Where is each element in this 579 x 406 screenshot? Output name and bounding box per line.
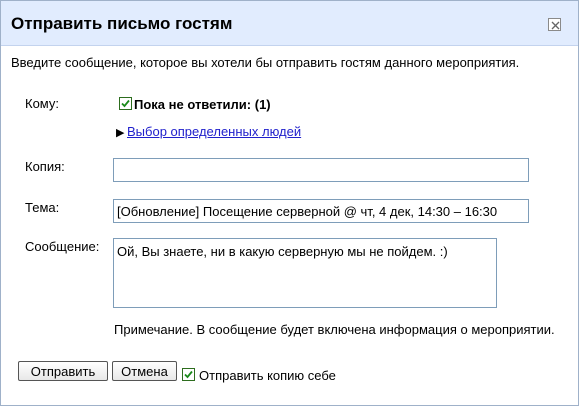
dialog-titlebar: Отправить письмо гостям: [1, 1, 578, 46]
select-people-link[interactable]: Выбор определенных людей: [127, 124, 301, 139]
note-text: Примечание. В сообщение будет включена и…: [114, 322, 555, 337]
cc-label: Копия:: [25, 159, 65, 174]
cancel-button[interactable]: Отмена: [112, 361, 177, 381]
recipient-label: Пока не ответили: (1): [134, 97, 271, 112]
close-icon: [551, 21, 560, 30]
recipient-checkbox[interactable]: [119, 97, 132, 110]
close-button[interactable]: [548, 18, 561, 31]
send-copy-label: Отправить копию себе: [199, 368, 336, 383]
message-label: Сообщение:: [25, 239, 100, 254]
checkmark-icon: [121, 99, 130, 108]
message-textarea[interactable]: Ой, Вы знаете, ни в какую серверную мы н…: [113, 238, 497, 308]
intro-text: Введите сообщение, которое вы хотели бы …: [11, 55, 520, 70]
subject-input[interactable]: [113, 199, 529, 223]
cc-input[interactable]: [113, 158, 529, 182]
send-copy-checkbox[interactable]: [182, 368, 195, 381]
subject-label: Тема:: [25, 200, 60, 215]
dialog-title: Отправить письмо гостям: [11, 14, 233, 33]
send-email-dialog: Отправить письмо гостям Введите сообщени…: [0, 0, 579, 406]
send-button[interactable]: Отправить: [18, 361, 108, 381]
expand-arrow-icon[interactable]: ▶: [116, 126, 124, 139]
checkmark-icon: [184, 370, 193, 379]
to-label: Кому:: [25, 96, 59, 111]
